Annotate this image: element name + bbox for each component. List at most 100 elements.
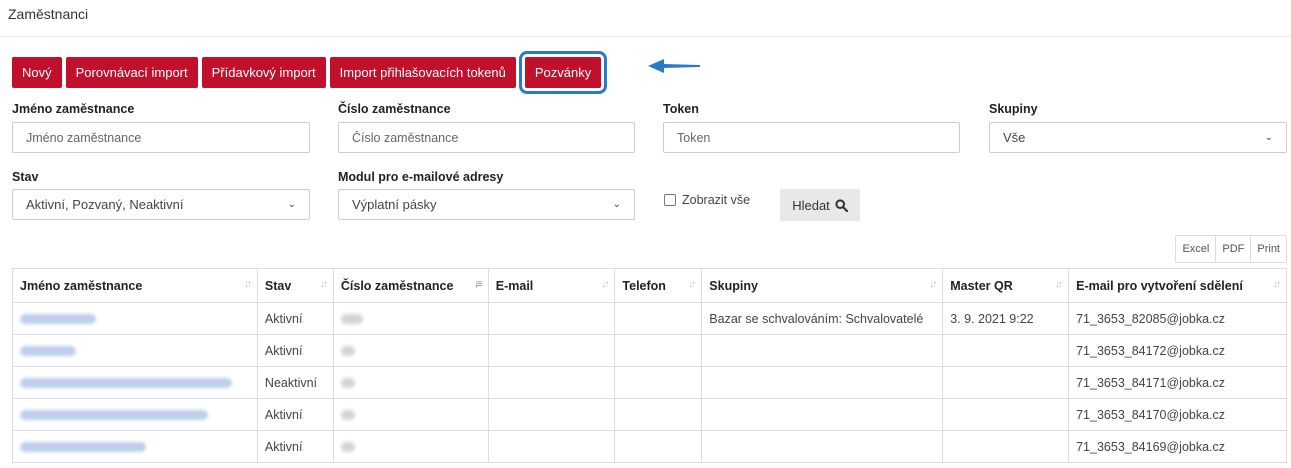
search-button-label: Hledat xyxy=(792,197,830,213)
redacted-text xyxy=(20,314,96,325)
employee-number-label: Číslo zaměstnance xyxy=(338,102,451,116)
sort-icon: ↓↑ xyxy=(601,279,609,290)
sort-icon: ↓↑ xyxy=(243,279,252,290)
table-row[interactable]: Aktivní 71_3653_84169@jobka.cz xyxy=(12,430,1287,463)
redacted-text xyxy=(20,346,76,357)
redacted-text xyxy=(20,378,232,389)
employee-name-input[interactable] xyxy=(12,122,310,153)
cell-groups xyxy=(701,398,944,431)
cell-message-email: 71_3653_84170@jobka.cz xyxy=(1068,398,1287,431)
cell-status: Aktivní xyxy=(256,334,334,367)
cell-email xyxy=(487,302,616,335)
token-label: Token xyxy=(663,102,699,116)
sort-icon: ↓↑ xyxy=(688,279,696,290)
cell-email xyxy=(487,366,616,399)
employee-name-link[interactable] xyxy=(12,302,258,335)
column-header-master-qr[interactable]: Master QR ↓↑ xyxy=(942,268,1070,303)
table-row[interactable]: Aktivní 71_3653_84172@jobka.cz xyxy=(12,334,1287,367)
arrow-left-icon xyxy=(648,59,700,73)
cell-email xyxy=(487,430,616,463)
employee-number-input[interactable] xyxy=(338,122,635,153)
cell-number xyxy=(332,366,489,399)
email-module-select[interactable]: Výplatní pásky ⌄ xyxy=(338,189,635,220)
column-header-status[interactable]: Stav ↓↑ xyxy=(256,268,334,303)
sort-desc-icon: ↓≡ xyxy=(473,279,483,290)
cell-number xyxy=(332,430,489,463)
cell-master-qr xyxy=(942,398,1070,431)
cell-number xyxy=(332,302,489,335)
checkbox-box[interactable] xyxy=(664,194,676,206)
page-header: Zaměstnanci xyxy=(0,0,1291,37)
column-header-groups[interactable]: Skupiny ↓↑ xyxy=(701,268,944,303)
cell-status: Aktivní xyxy=(256,398,334,431)
additive-import-button[interactable]: Přídavkový import xyxy=(201,57,326,88)
cell-phone xyxy=(614,398,703,431)
sort-icon: ↓↑ xyxy=(1055,279,1063,290)
export-buttons: Excel PDF Print xyxy=(1175,235,1287,263)
column-header-email[interactable]: E-mail ↓↑ xyxy=(487,268,616,303)
cell-groups xyxy=(701,366,944,399)
search-icon xyxy=(835,198,848,212)
employee-name-link[interactable] xyxy=(12,398,258,431)
cell-message-email: 71_3653_84171@jobka.cz xyxy=(1068,366,1287,399)
cell-master-qr: 3. 9. 2021 9:22 xyxy=(942,302,1070,335)
employee-name-link[interactable] xyxy=(12,430,258,463)
cell-number xyxy=(332,334,489,367)
chevron-down-icon: ⌄ xyxy=(287,199,296,210)
table-row[interactable]: Neaktivní 71_3653_84171@jobka.cz xyxy=(12,366,1287,399)
groups-select-value: Vše xyxy=(1003,130,1026,145)
cell-message-email: 71_3653_84172@jobka.cz xyxy=(1068,334,1287,367)
cell-phone xyxy=(614,430,703,463)
column-header-phone[interactable]: Telefon ↓↑ xyxy=(614,268,703,303)
cell-email xyxy=(487,398,616,431)
token-input[interactable] xyxy=(663,122,960,153)
employee-name-label: Jméno zaměstnance xyxy=(12,102,135,116)
comparative-import-button[interactable]: Porovnávací import xyxy=(65,57,198,88)
show-all-checkbox[interactable]: Zobrazit vše xyxy=(664,193,750,207)
cell-groups xyxy=(701,334,944,367)
cell-status: Aktivní xyxy=(256,430,334,463)
excel-button[interactable]: Excel xyxy=(1176,236,1217,262)
status-label: Stav xyxy=(12,170,39,184)
import-login-tokens-button[interactable]: Import přihlašovacích tokenů xyxy=(329,57,516,88)
status-select[interactable]: Aktivní, Pozvaný, Neaktivní ⌄ xyxy=(12,189,310,220)
cell-groups xyxy=(701,430,944,463)
print-button[interactable]: Print xyxy=(1251,236,1286,262)
redacted-text xyxy=(340,442,355,453)
email-module-select-value: Výplatní pásky xyxy=(352,197,437,212)
table-row[interactable]: Aktivní 71_3653_84170@jobka.cz xyxy=(12,398,1287,431)
column-header-number[interactable]: Číslo zaměstnance ↓≡ xyxy=(332,268,489,303)
table-header-row: Jméno zaměstnance ↓↑ Stav ↓↑ Číslo zaměstn… xyxy=(12,268,1287,303)
cell-status: Aktivní xyxy=(256,302,334,335)
employee-name-link[interactable] xyxy=(12,366,258,399)
redacted-text xyxy=(340,410,355,421)
column-header-name[interactable]: Jméno zaměstnance ↓↑ xyxy=(12,268,258,303)
toolbar: Nový Porovnávací import Přídavkový impor… xyxy=(12,51,608,94)
email-module-label: Modul pro e-mailové adresy xyxy=(338,170,504,184)
column-header-message-email[interactable]: E-mail pro vytvoření sdělení ↓↑ xyxy=(1068,268,1287,303)
cell-master-qr xyxy=(942,430,1070,463)
groups-label: Skupiny xyxy=(989,102,1038,116)
table-row[interactable]: Aktivní Bazar se schvalováním: Schvalova… xyxy=(12,302,1287,335)
sort-icon: ↓↑ xyxy=(929,279,937,290)
employee-name-link[interactable] xyxy=(12,334,258,367)
chevron-down-icon: ⌄ xyxy=(612,199,621,210)
redacted-text xyxy=(340,314,363,325)
groups-select[interactable]: Vše ⌄ xyxy=(989,122,1287,153)
cell-phone xyxy=(614,302,703,335)
invitations-button[interactable]: Pozvánky xyxy=(524,57,602,88)
cell-master-qr xyxy=(942,366,1070,399)
cell-message-email: 71_3653_82085@jobka.cz xyxy=(1068,302,1287,335)
status-select-value: Aktivní, Pozvaný, Neaktivní xyxy=(26,197,184,212)
redacted-text xyxy=(20,442,146,453)
sort-icon: ↓↑ xyxy=(1273,279,1281,290)
new-button[interactable]: Nový xyxy=(12,57,62,88)
highlight-box: Pozvánky xyxy=(518,51,608,94)
cell-email xyxy=(487,334,616,367)
pdf-button[interactable]: PDF xyxy=(1216,236,1252,262)
search-button[interactable]: Hledat xyxy=(780,189,860,221)
sort-icon: ↓↑ xyxy=(319,279,328,290)
cell-phone xyxy=(614,366,703,399)
cell-message-email: 71_3653_84169@jobka.cz xyxy=(1068,430,1287,463)
cell-phone xyxy=(614,334,703,367)
